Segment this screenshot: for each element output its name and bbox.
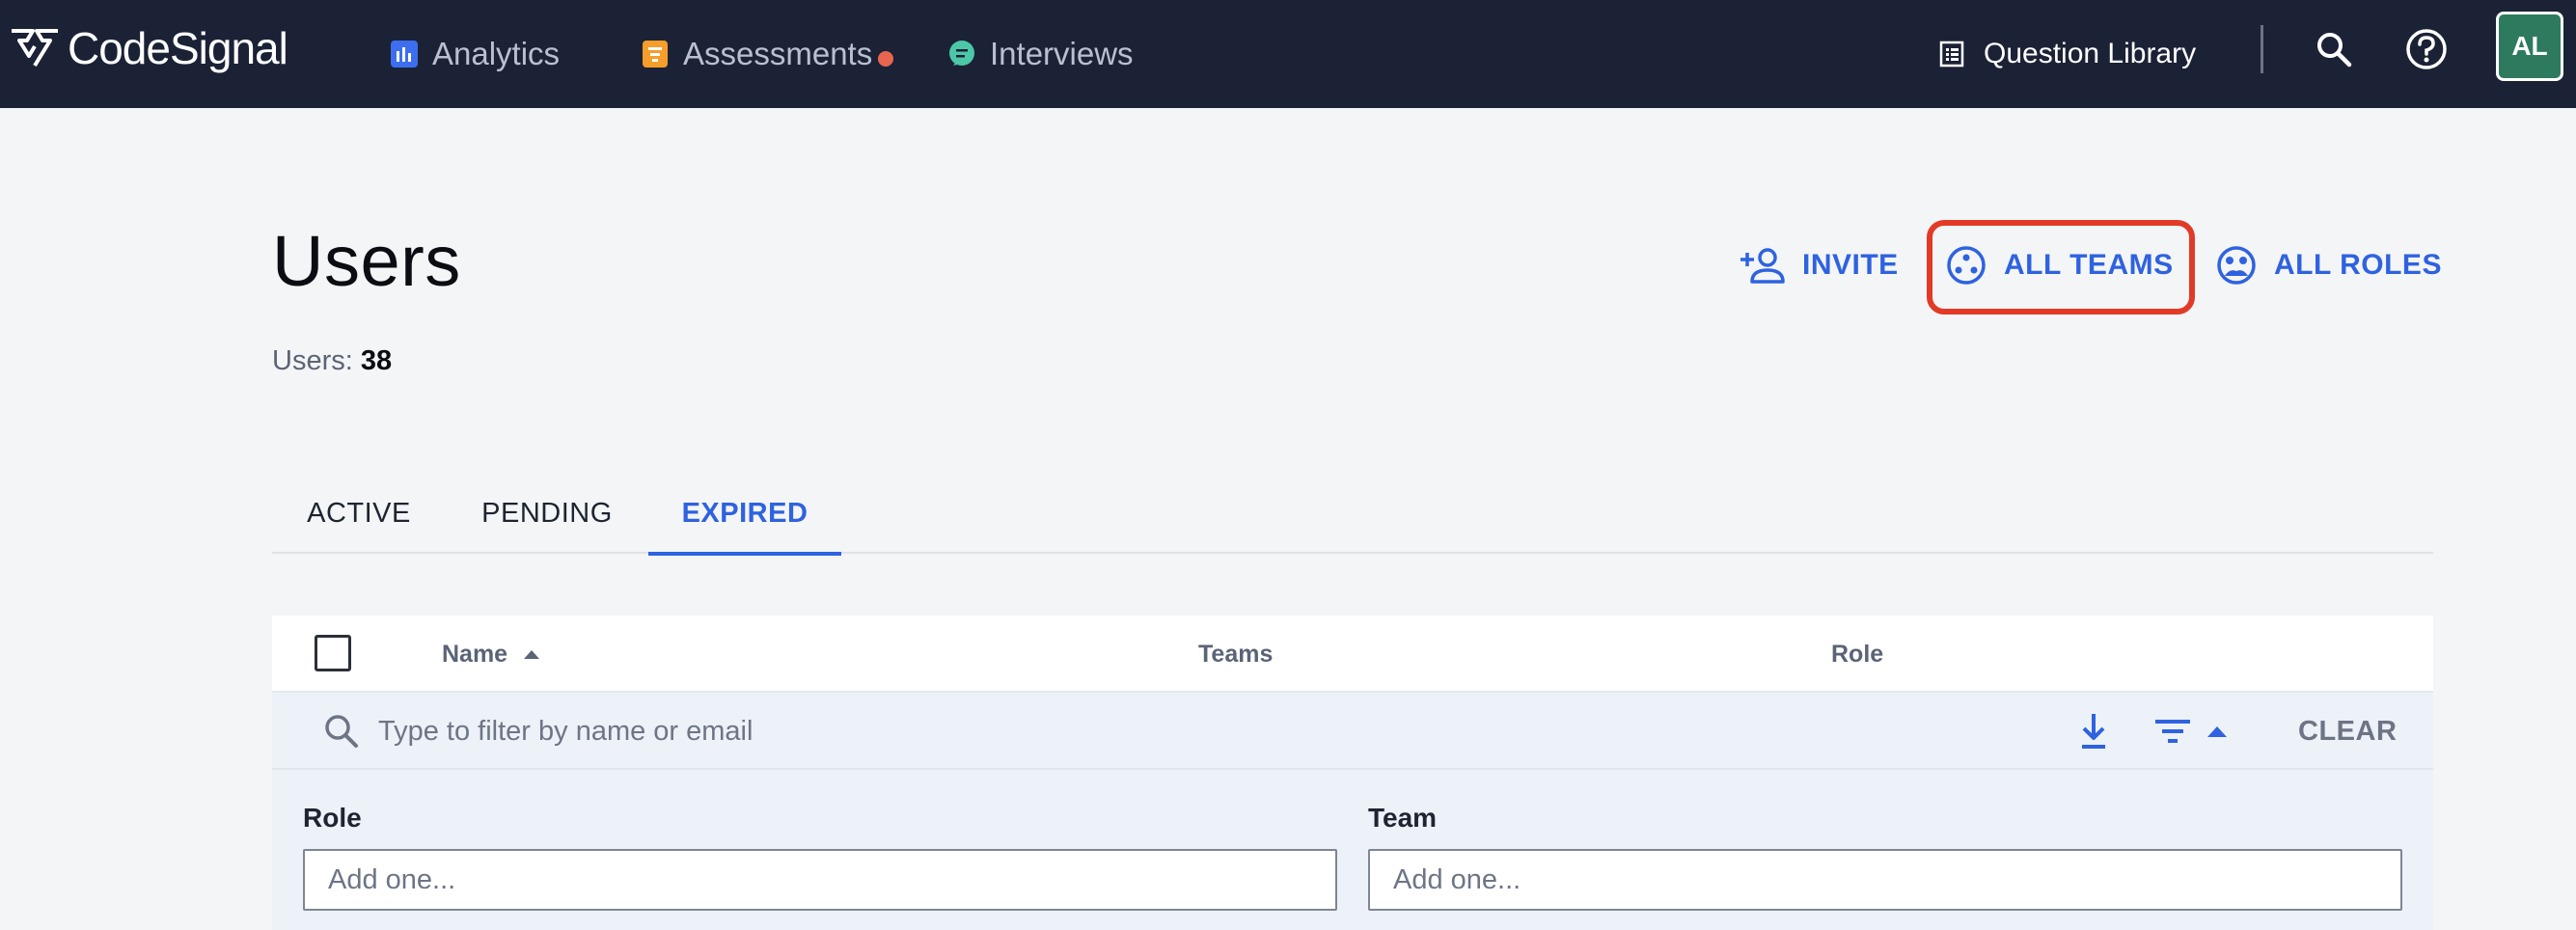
tab-active[interactable]: ACTIVE <box>272 473 446 554</box>
column-name[interactable]: Name <box>442 615 540 693</box>
filter-row: CLEAR <box>272 693 2433 770</box>
search-icon <box>325 715 358 748</box>
add-user-icon <box>1740 248 1785 284</box>
users-table-header: Name Teams Role <box>272 615 2433 693</box>
question-library-icon <box>1939 41 1964 68</box>
users-count: Users: 38 <box>272 345 392 377</box>
page-title: Users <box>272 221 461 301</box>
sort-ascending-icon <box>524 650 540 659</box>
users-page: CodeSignal Analytics Assessments Intervi… <box>0 0 2576 930</box>
search-icon <box>2317 33 2352 68</box>
nav-analytics[interactable]: Analytics <box>390 0 560 108</box>
all-teams-button[interactable]: ALL TEAMS <box>1946 239 2174 291</box>
column-teams-label: Teams <box>1198 640 1274 668</box>
users-count-label: Users: <box>272 345 353 376</box>
column-teams[interactable]: Teams <box>1198 615 1273 693</box>
column-role[interactable]: Role <box>1831 615 1883 693</box>
users-count-value: 38 <box>360 345 393 376</box>
filter-icon <box>2155 720 2190 743</box>
nav-assessments[interactable]: Assessments <box>641 0 894 108</box>
column-role-label: Role <box>1831 640 1884 668</box>
chevron-up-icon <box>2207 726 2227 737</box>
notification-dot <box>878 51 894 67</box>
nav-assessments-label: Assessments <box>683 36 894 72</box>
assessments-icon <box>643 41 668 68</box>
codesignal-mark-icon <box>12 29 58 68</box>
clear-filters-button[interactable]: CLEAR <box>2298 693 2397 770</box>
filter-panel: Role Team <box>272 770 2433 930</box>
download-icon <box>2082 714 2105 749</box>
question-library-link[interactable]: Question Library <box>1939 0 2196 108</box>
nav-interviews[interactable]: Interviews <box>947 0 1134 108</box>
brand-name: CodeSignal <box>68 23 288 73</box>
avatar-initials: AL <box>2511 31 2548 61</box>
search-button[interactable] <box>2310 25 2358 73</box>
nav-analytics-label: Analytics <box>432 36 561 71</box>
invite-button[interactable]: INVITE <box>1739 239 1899 291</box>
team-filter-label: Team <box>1368 803 1438 833</box>
teams-icon <box>1947 246 1986 285</box>
interviews-icon <box>949 41 974 66</box>
user-status-tabs: ACTIVE PENDING EXPIRED <box>272 473 2433 556</box>
nav-assessments-text: Assessments <box>683 36 873 71</box>
select-all-checkbox[interactable] <box>315 635 351 671</box>
toggle-filters-button[interactable] <box>2151 710 2233 752</box>
codesignal-logo[interactable]: CodeSignal <box>10 19 288 77</box>
question-library-label: Question Library <box>1984 38 2197 69</box>
invite-label: INVITE <box>1802 249 1899 281</box>
nav-divider <box>2261 25 2263 73</box>
filter-by-name-input[interactable] <box>378 702 1343 760</box>
analytics-icon <box>391 41 418 68</box>
roles-icon <box>2217 246 2256 285</box>
all-teams-label: ALL TEAMS <box>2004 249 2174 281</box>
team-filter-input[interactable] <box>1368 849 2402 911</box>
help-icon <box>2406 29 2447 69</box>
download-button[interactable] <box>2072 710 2115 752</box>
all-roles-label: ALL ROLES <box>2274 249 2442 281</box>
nav-interviews-label: Interviews <box>990 36 1134 71</box>
user-avatar[interactable]: AL <box>2496 12 2563 81</box>
column-name-label: Name <box>442 640 508 668</box>
top-navigation-bar: CodeSignal Analytics Assessments Intervi… <box>0 0 2576 108</box>
tab-pending[interactable]: PENDING <box>465 473 629 554</box>
help-button[interactable] <box>2402 25 2451 73</box>
role-filter-label: Role <box>303 803 362 833</box>
all-roles-button[interactable]: ALL ROLES <box>2216 239 2442 291</box>
role-filter-input[interactable] <box>303 849 1337 911</box>
tab-expired[interactable]: EXPIRED <box>648 473 841 556</box>
